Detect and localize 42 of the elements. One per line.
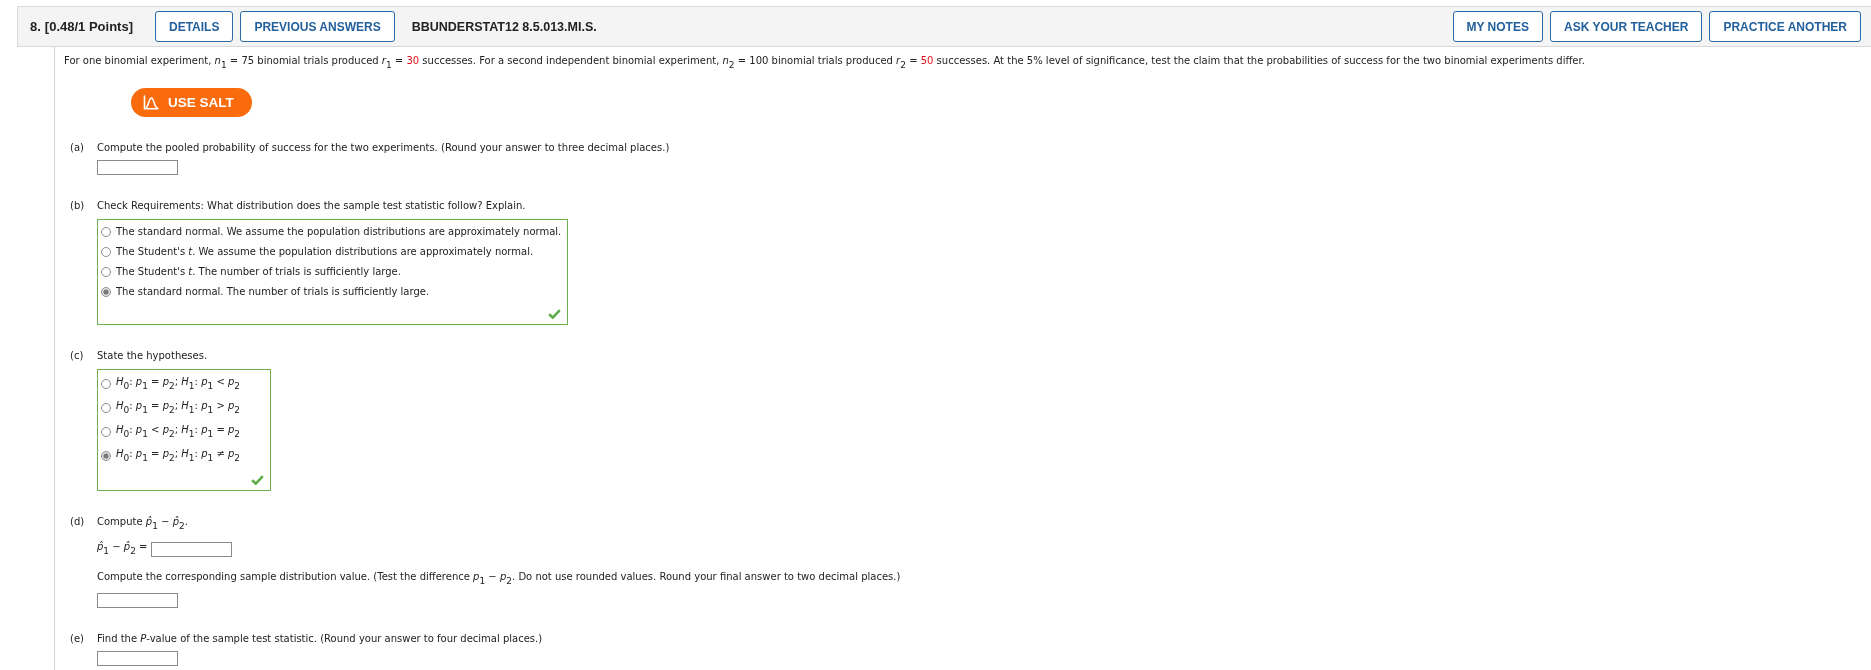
question-number: 8.	[30, 19, 41, 34]
radio-button[interactable]	[101, 451, 111, 461]
radio-button[interactable]	[101, 403, 111, 413]
ask-your-teacher-button[interactable]: ASK YOUR TEACHER	[1549, 11, 1703, 42]
option-text[interactable]: H$_{0}$: p$_{1}$ = p$_{2}$; H$_{1}$: p$_{1}$ > p$_{2}$	[116, 399, 241, 417]
my-notes-button[interactable]: MY NOTES	[1452, 11, 1543, 42]
question-prompt: Find the P-value of the sample test statistic. (Round your answer to four decimal places.)	[97, 632, 543, 646]
answer-box[interactable]	[150, 541, 232, 557]
option-text[interactable]: H$_{0}$: p$_{1}$ = p$_{2}$; H$_{1}$: p$_{1}$ ≠ p$_{2}$	[116, 447, 241, 465]
part-label: (d)	[70, 515, 86, 529]
previous-answers-button[interactable]: PREVIOUS ANSWERS	[240, 11, 395, 42]
answer-box[interactable]	[97, 651, 178, 666]
option-text[interactable]: The Student's t. The number of trials is sufficiently large.	[116, 265, 401, 279]
radio-button[interactable]	[101, 379, 111, 389]
practice-another-button[interactable]: PRACTICE ANOTHER	[1709, 11, 1861, 42]
part-label: (e)	[70, 632, 85, 646]
question-text: For one binomial experiment, n$_{1}$ = 75 binomial trials produced r$_{1}$ = 30 successes. For a second independent binomial experiment, n$_{2}$ = 100 binomial trials produced r$_{2}$ = 50 successes. At the 5% level of significance, test the claim that the probabilities of success for the two binomial experiments differ.	[64, 54, 1586, 72]
question-prompt: Compute the pooled probability of success for the two experiments. (Round your answer to three decimal places.)	[97, 141, 670, 155]
bell-curve-icon	[143, 95, 159, 110]
option-text[interactable]: H$_{0}$: p$_{1}$ = p$_{2}$; H$_{1}$: p$_{1}$ < p$_{2}$	[116, 375, 241, 393]
radio-button[interactable]	[101, 287, 111, 297]
answer-box[interactable]	[97, 593, 178, 608]
answer-box[interactable]	[97, 160, 178, 175]
question-code: BBUNDERSTAT12 8.5.013.MI.S.	[411, 19, 597, 34]
option-text[interactable]: The Student's t. We assume the population distributions are approximately normal.	[116, 245, 534, 259]
option-text[interactable]: The standard normal. The number of trials is sufficiently large.	[116, 285, 430, 299]
question-prompt: Compute the corresponding sample distribution value. (Test the difference p$_{1}$ − p$_{2}$. Do not use rounded values. Round your final answer to two decimal places.)	[97, 570, 901, 588]
radio-button[interactable]	[101, 227, 111, 237]
details-button[interactable]: DETAILS	[155, 11, 234, 42]
equation-label: p̂$_{1}$ − p̂$_{2}$ =	[97, 540, 148, 558]
radio-button[interactable]	[101, 247, 111, 257]
question-prompt: State the hypotheses.	[97, 349, 208, 363]
question-prompt: Check Requirements: What distribution does the sample test statistic follow? Explain.	[97, 199, 526, 213]
option-text[interactable]: H$_{0}$: p$_{1}$ < p$_{2}$; H$_{1}$: p$_{1}$ = p$_{2}$	[116, 423, 241, 441]
radio-button[interactable]	[101, 267, 111, 277]
part-label: (c)	[70, 349, 85, 363]
part-label: (a)	[70, 141, 85, 155]
radio-button[interactable]	[101, 427, 111, 437]
option-text[interactable]: The standard normal. We assume the population distributions are approximately normal.	[116, 225, 562, 239]
points-label: [0.48/1 Points]	[44, 19, 133, 34]
question-prompt: Compute p̂$_{1}$ − p̂$_{2}$.	[97, 515, 188, 533]
part-label: (b)	[70, 199, 86, 213]
